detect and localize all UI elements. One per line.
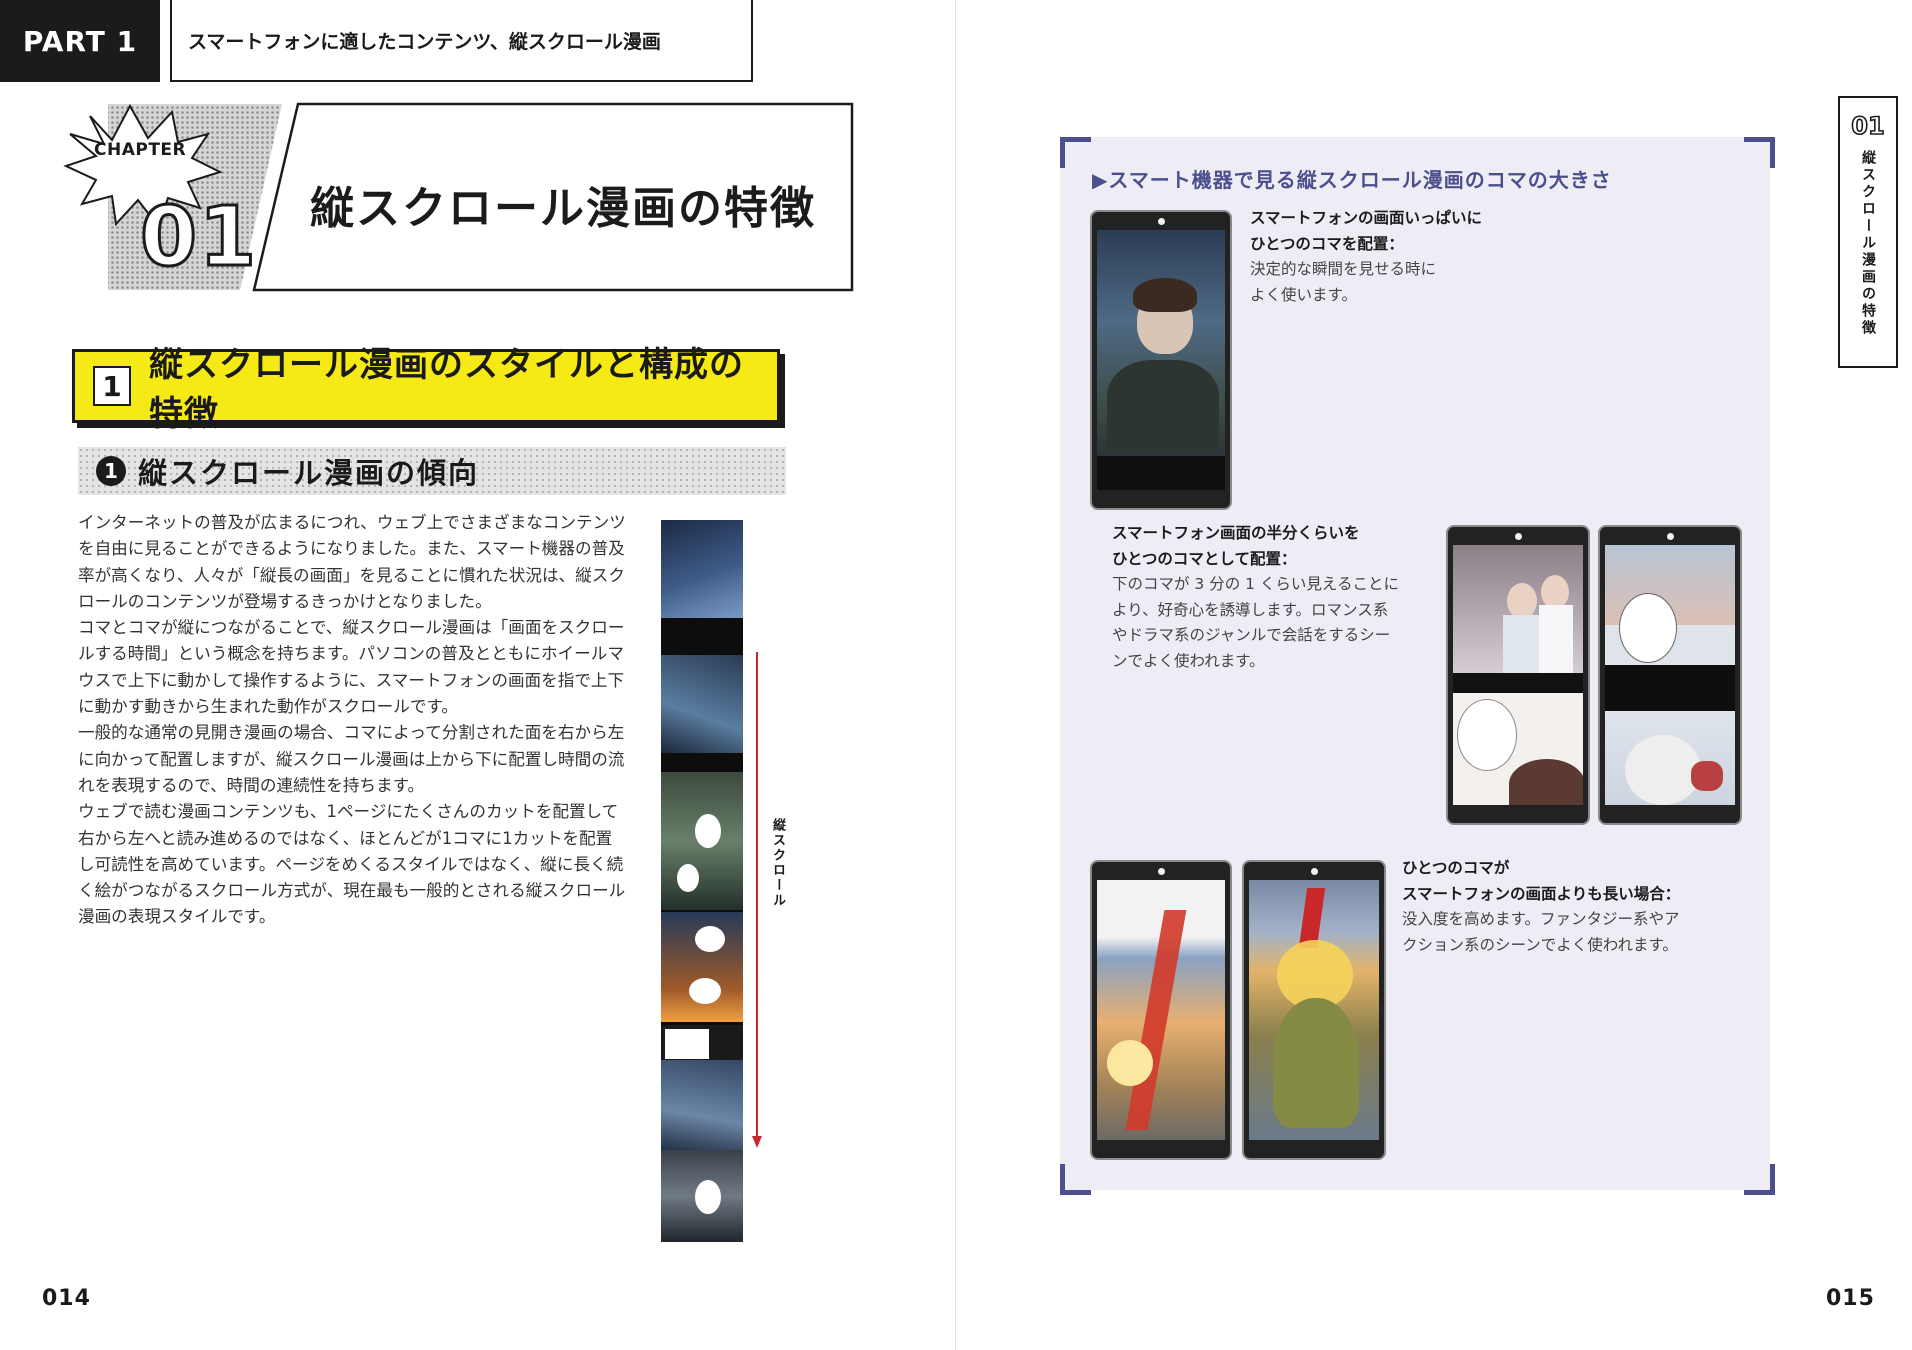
caption-heading-line: ひとつのコマとして配置： (1112, 549, 1297, 568)
camera-dot (1158, 868, 1165, 875)
caption-heading-line: スマートフォンの画面よりも長い場合： (1402, 884, 1681, 903)
phone-screen-image (1453, 545, 1583, 805)
body-text: インターネットの普及が広まるにつれ、ウェブ上でさまざまなコンテンツ を自由に見る… (78, 510, 638, 931)
caption-text-line: 没入度を高めます。ファンタジー系やア (1402, 910, 1680, 928)
phone-screen-image (1097, 880, 1225, 1140)
part-title: スマートフォンに適したコンテンツ、縦スクロール漫画 (170, 0, 753, 82)
subsection-title: 縦スクロール漫画の傾向 (138, 456, 480, 490)
body-line: 一般的な通常の見開き漫画の場合、コマによって分割された面を右から左 (78, 723, 625, 743)
subsection-number: 1 (96, 456, 126, 486)
phone-screen-image (1249, 880, 1379, 1140)
phone-mockup (1090, 860, 1232, 1160)
section-heading: 1 縦スクロール漫画のスタイルと構成の特徴 (72, 345, 780, 434)
caption-text-line: より、好奇心を誘導します。ロマンス系 (1112, 600, 1389, 619)
phone-screen-image (1097, 230, 1225, 490)
body-line: ロールのコンテンツが登場するきっかけとなりました。 (78, 591, 492, 611)
scroll-label: 縦スクロール (770, 818, 785, 908)
corner-bracket (1060, 137, 1091, 168)
caption-text-line: 決定的な瞬間を見せる時に (1250, 260, 1437, 278)
body-line: 率が高くなり、人々が「縦長の画面」を見ることに慣れた状況は、縦スク (78, 565, 625, 585)
caption-text-line: ンでよく使われます。 (1112, 651, 1265, 670)
corner-bracket (1744, 1164, 1775, 1195)
caption-heading-line: ひとつのコマが (1402, 859, 1510, 877)
body-line: く絵がつながるスクロール方式が、現在最も一般的とされる縦スクロール (78, 881, 626, 901)
phone-mockup (1242, 860, 1386, 1160)
corner-bracket (1060, 1164, 1091, 1195)
caption-text-line: やドラマ系のジャンルで会話をするシー (1112, 626, 1391, 644)
chapter-number: 01 (138, 189, 259, 287)
strip-panel (661, 1025, 743, 1065)
caption-text-line: 下のコマが 3 分の 1 くらい見えることに (1112, 575, 1399, 593)
part-title-text: スマートフォンに適したコンテンツ、縦スクロール漫画 (188, 30, 661, 53)
body-line: ウェブで読む漫画コンテンツも、1ページにたくさんのカットを配置して (78, 802, 619, 822)
chapter-label: CHAPTER (94, 140, 187, 160)
camera-dot (1667, 533, 1674, 540)
section-title: 縦スクロール漫画のスタイルと構成の特徴 (149, 345, 744, 434)
caption-text-line: よく使います。 (1250, 285, 1357, 304)
phone-mockup (1598, 525, 1742, 825)
side-tab-number: 01 (1850, 111, 1885, 141)
body-line: 右から左へと読み進めるのではなく、ほとんどが1コマに1カットを配置 (78, 828, 613, 848)
body-line: インターネットの普及が広まるにつれ、ウェブ上でさまざまなコンテンツ (78, 513, 626, 532)
camera-dot (1158, 218, 1165, 225)
page-number-left: 014 (42, 1286, 91, 1311)
chapter-side-tab: 01 縦スクロール漫画の特徴 (1838, 96, 1898, 368)
strip-panel (661, 772, 743, 910)
part-label: PART 1 (0, 0, 160, 82)
body-line: を自由に見ることができるようになりました。また、スマート機器の普及 (78, 539, 625, 559)
caption-full-screen: スマートフォンの画面いっぱいに ひとつのコマを配置： 決定的な瞬間を見せる時に … (1250, 206, 1482, 308)
caption-heading-line: スマートフォン画面の半分くらいを (1112, 524, 1360, 542)
body-line: れを表現するので、時間の連続性を持ちます。 (78, 775, 425, 795)
chapter-title: 縦スクロール漫画の特徴 (310, 183, 816, 234)
strip-panel (661, 520, 743, 618)
scroll-arrow (752, 652, 762, 1148)
figure-title: ▶スマート機器で見る縦スクロール漫画のコマの大きさ (1092, 168, 1612, 192)
page-gutter (955, 0, 956, 1350)
subsection-heading: 1 縦スクロール漫画の傾向 (78, 447, 786, 495)
body-line: コマとコマが縦につながることで、縦スクロール漫画は「画面をスクロー (78, 618, 625, 638)
body-line: に動かす動きから生まれた動作がスクロールです。 (78, 697, 458, 717)
camera-dot (1515, 533, 1522, 540)
body-line: ウスで上下に動かして操作するように、スマートフォンの画面を指で上下 (78, 670, 625, 690)
strip-panel (661, 912, 743, 1022)
phone-mockup (1090, 210, 1232, 510)
body-line: ルする時間」という概念を持ちます。パソコンの普及とともにホイールマ (78, 644, 624, 664)
caption-heading-line: ひとつのコマを配置： (1250, 234, 1404, 253)
phone-screen-image (1605, 545, 1735, 805)
scroll-arrow-head (752, 1136, 762, 1148)
caption-heading-line: スマートフォンの画面いっぱいに (1250, 209, 1483, 227)
corner-bracket (1744, 137, 1775, 168)
strip-panel (661, 1150, 743, 1242)
caption-long-panel: ひとつのコマが スマートフォンの画面よりも長い場合： 没入度を高めます。ファンタ… (1402, 856, 1680, 958)
body-line: し可読性を高めています。ページをめくるスタイルではなく、縦に長く続 (78, 854, 624, 874)
side-tab-title: 縦スクロール漫画の特徴 (1860, 150, 1876, 337)
section-number: 1 (93, 366, 131, 406)
caption-half-screen: スマートフォン画面の半分くらいを ひとつのコマとして配置： 下のコマが 3 分の… (1112, 521, 1399, 674)
phone-mockup (1446, 525, 1590, 825)
manga-strip-image (661, 520, 743, 1242)
strip-panel (661, 1060, 743, 1152)
chapter-banner: CHAPTER 01 縦スクロール漫画の特徴 (60, 100, 860, 300)
body-line: に向かって配置しますが、縦スクロール漫画は上から下に配置し時間の流 (78, 749, 625, 769)
body-line: 漫画の表現スタイルです。 (78, 907, 276, 927)
page-number-right: 015 (1826, 1286, 1875, 1311)
strip-panel (661, 655, 743, 753)
caption-text-line: クション系のシーンでよく使われます。 (1402, 935, 1678, 954)
camera-dot (1311, 868, 1318, 875)
